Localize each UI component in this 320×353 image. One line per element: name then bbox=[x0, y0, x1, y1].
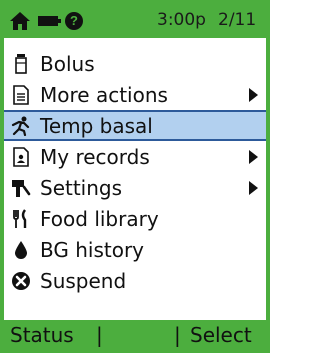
menu-item-bg-history[interactable]: BG history bbox=[4, 234, 266, 265]
menu-item-label: Temp basal bbox=[40, 113, 153, 138]
menu-item-settings[interactable]: Settings bbox=[4, 172, 266, 203]
menu-item-temp-basal[interactable]: Temp basal bbox=[4, 110, 266, 141]
status-date: 2/11 bbox=[218, 10, 257, 30]
home-icon bbox=[10, 12, 30, 30]
submenu-arrow-icon bbox=[249, 180, 258, 195]
blood-drop-icon bbox=[10, 239, 32, 261]
fork-knife-icon bbox=[10, 208, 32, 230]
select-softkey[interactable]: Select bbox=[190, 323, 252, 347]
softkey-bar: Status | | Select bbox=[4, 320, 266, 349]
status-softkey[interactable]: Status bbox=[10, 323, 74, 347]
svg-text:?: ? bbox=[70, 13, 78, 28]
menu-item-more-actions[interactable]: More actions bbox=[4, 79, 266, 110]
status-icons: ? bbox=[8, 9, 94, 33]
menu-item-label: Bolus bbox=[40, 51, 95, 76]
help-icon: ? bbox=[65, 12, 83, 30]
menu-item-my-records[interactable]: My records bbox=[4, 141, 266, 172]
menu-item-label: Settings bbox=[40, 175, 123, 200]
menu-item-bolus[interactable]: Bolus bbox=[4, 48, 266, 79]
menu-item-label: BG history bbox=[40, 237, 145, 262]
settings-tool-icon bbox=[10, 177, 32, 199]
records-icon bbox=[10, 146, 32, 168]
status-bar: ? 3:00p 2/11 bbox=[4, 4, 266, 38]
battery-icon bbox=[38, 16, 61, 26]
pump-screen: ? 3:00p 2/11 Bolus More actions Temp bas… bbox=[4, 4, 266, 349]
menu-item-label: Suspend bbox=[40, 268, 127, 293]
menu-item-food-library[interactable]: Food library bbox=[4, 203, 266, 234]
insulin-pen-icon bbox=[10, 53, 32, 75]
menu-item-label: More actions bbox=[40, 82, 168, 107]
menu-item-label: My records bbox=[40, 144, 150, 169]
softkey-separator: | bbox=[174, 323, 181, 347]
main-menu: Bolus More actions Temp basal My records… bbox=[4, 48, 266, 296]
menu-item-suspend[interactable]: Suspend bbox=[4, 265, 266, 296]
menu-item-label: Food library bbox=[40, 206, 159, 231]
document-list-icon bbox=[10, 84, 32, 106]
status-time: 3:00p bbox=[157, 10, 206, 30]
suspend-x-icon bbox=[10, 270, 32, 292]
pump-device-frame: ? 3:00p 2/11 Bolus More actions Temp bas… bbox=[0, 0, 270, 353]
submenu-arrow-icon bbox=[249, 149, 258, 164]
running-person-icon bbox=[10, 115, 32, 137]
softkey-separator: | bbox=[96, 323, 103, 347]
submenu-arrow-icon bbox=[249, 87, 258, 102]
